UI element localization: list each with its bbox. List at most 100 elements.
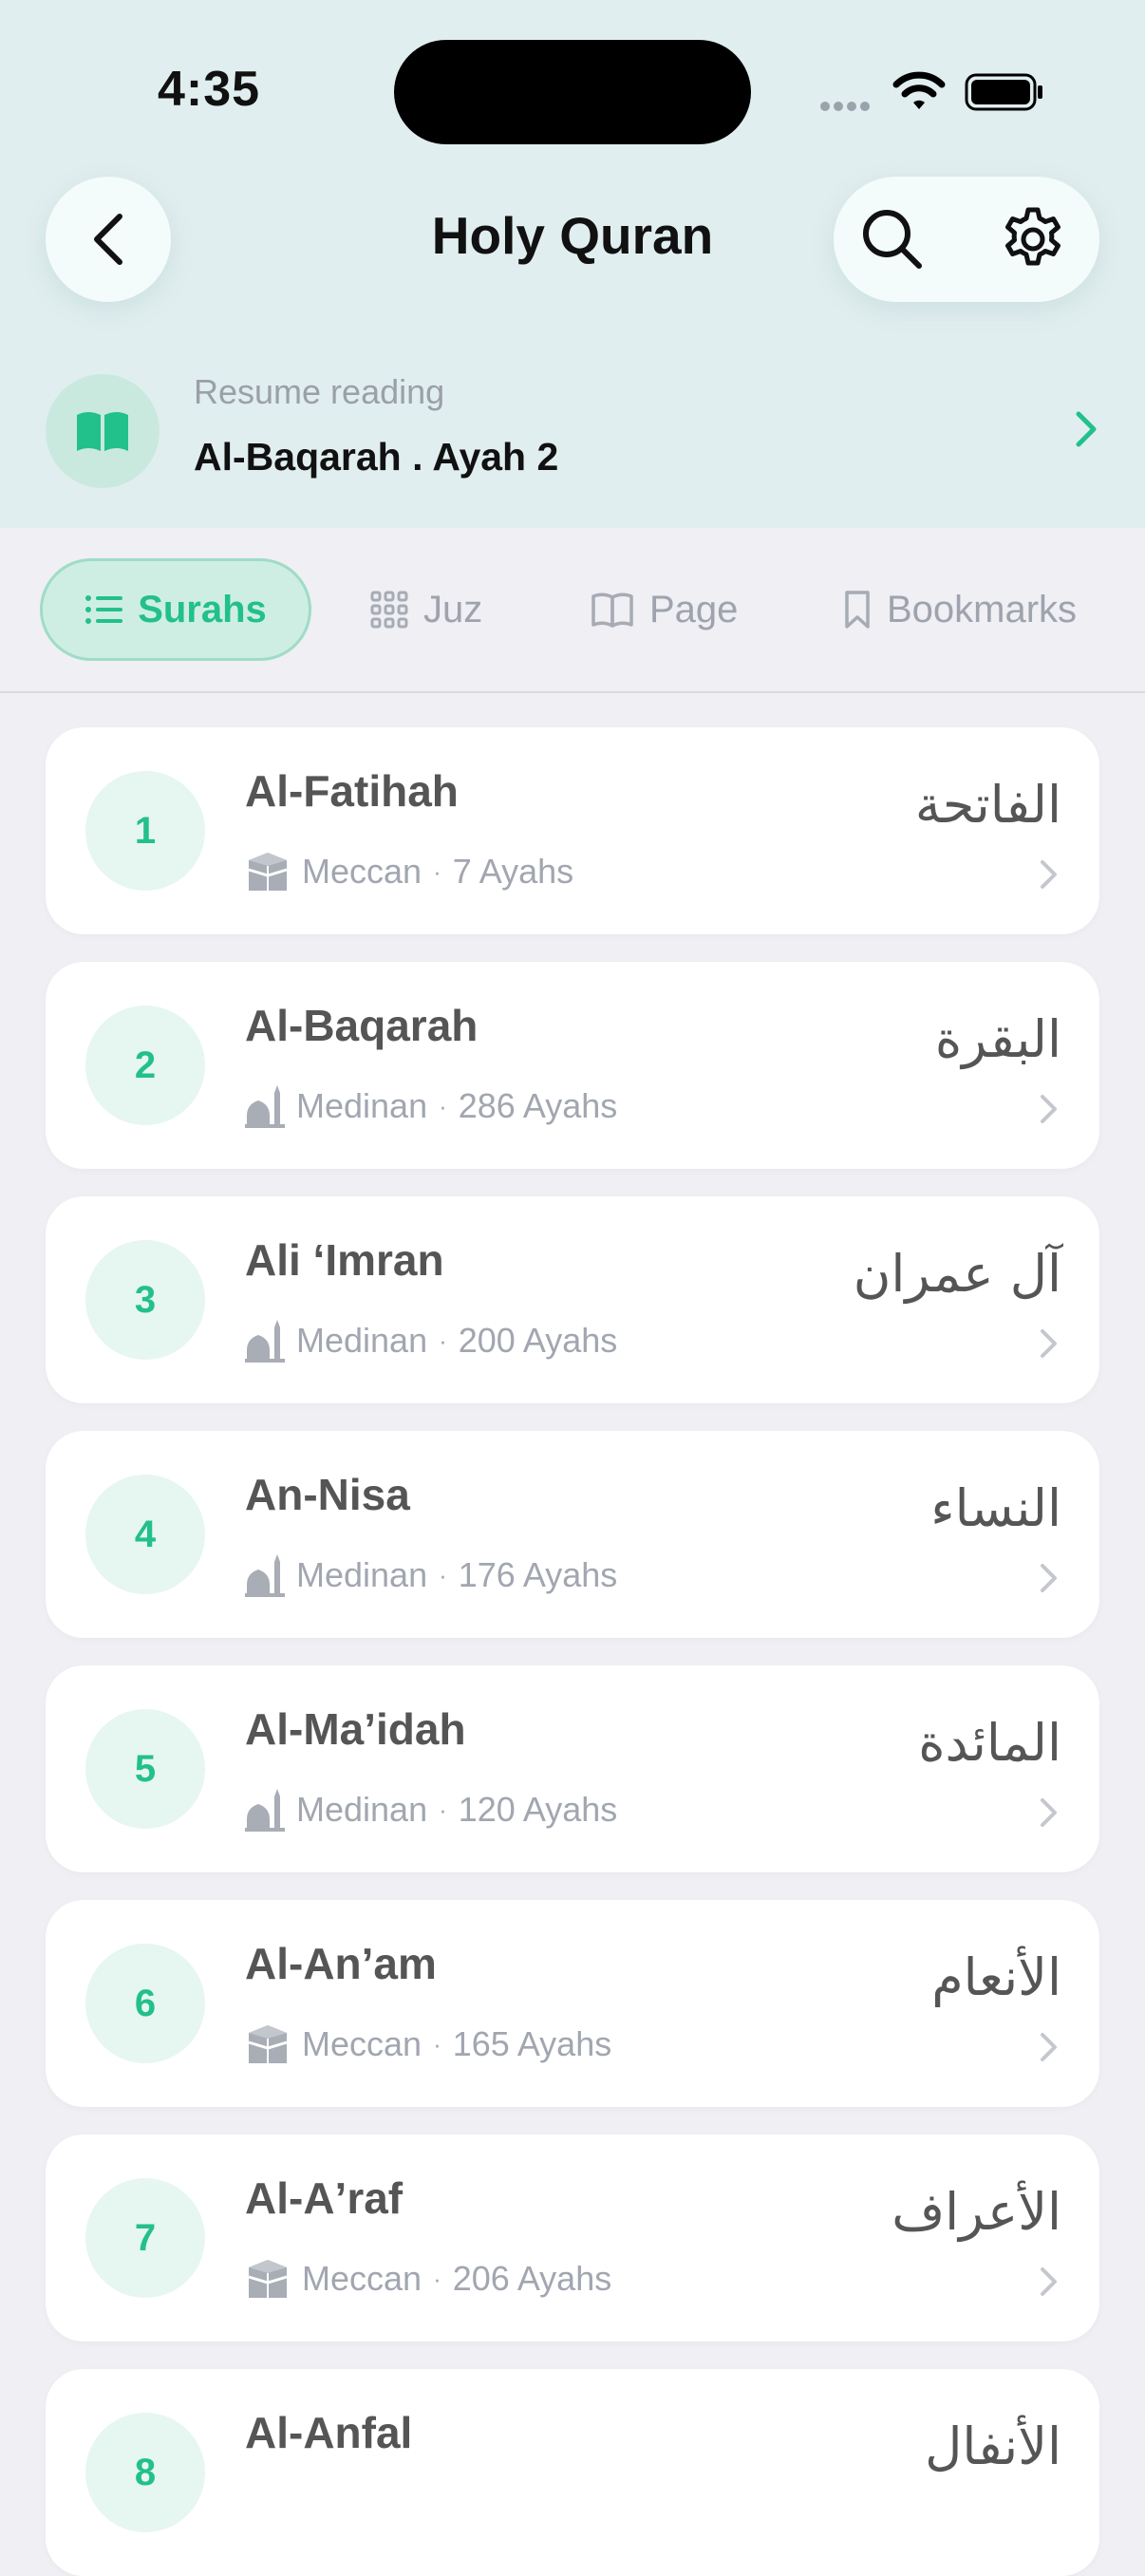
revelation-type: Meccan xyxy=(302,2259,422,2298)
surah-arabic-name: المائدة xyxy=(918,1713,1061,1773)
surah-meta: Medinan · 286 Ayahs xyxy=(245,1083,617,1129)
separator-dot: · xyxy=(433,856,441,886)
revelation-type: Meccan xyxy=(302,2024,422,2063)
ayah-count: 7 Ayahs xyxy=(452,852,574,891)
surah-name: Al-Aʼraf xyxy=(245,2173,404,2223)
surah-row[interactable]: 3 Ali ʻImran Medinan · 200 Ayahs آل عمران xyxy=(46,1196,1099,1403)
surah-row[interactable]: 5 Al-Maʼidah Medinan · 120 Ayahs المائدة xyxy=(46,1665,1099,1872)
ayah-count: 286 Ayahs xyxy=(458,1086,618,1125)
surah-number: 4 xyxy=(85,1475,205,1594)
wifi-icon xyxy=(892,70,946,117)
surah-name: Al-Anfal xyxy=(245,2408,413,2457)
surah-row[interactable]: 7 Al-Aʼraf Meccan · 206 Ayahs الأعراف xyxy=(46,2134,1099,2341)
surah-meta: Medinan · 176 Ayahs xyxy=(245,1552,617,1598)
revelation-type: Medinan xyxy=(296,1790,428,1829)
gear-icon xyxy=(1005,207,1061,266)
surah-arabic-name: الأنفال xyxy=(925,2416,1061,2476)
settings-button[interactable] xyxy=(995,201,1071,277)
tab-label: Juz xyxy=(423,588,483,630)
revelation-type: Meccan xyxy=(302,852,422,891)
surah-meta: Meccan · 165 Ayahs xyxy=(245,2021,611,2067)
kaaba-icon xyxy=(248,2025,288,2063)
chevron-right-icon xyxy=(1039,1796,1060,1833)
mosque-icon xyxy=(245,1554,285,1597)
surah-number: 1 xyxy=(85,771,205,891)
dynamic-island xyxy=(394,40,751,144)
surah-number: 7 xyxy=(85,2178,205,2298)
segment-tabs: Surahs Juz Page Bookmarks xyxy=(0,528,1145,693)
status-time: 4:35 xyxy=(158,62,261,117)
surah-row[interactable]: 2 Al-Baqarah Medinan · 286 Ayahs البقرة xyxy=(46,962,1099,1169)
surah-arabic-name: الفاتحة xyxy=(914,775,1061,835)
surah-arabic-name: الأنعام xyxy=(931,1947,1061,2007)
surah-row[interactable]: 6 Al-Anʼam Meccan · 165 Ayahs الأنعام xyxy=(46,1900,1099,2107)
grid-icon xyxy=(370,591,408,629)
separator-dot: · xyxy=(439,1560,447,1589)
chevron-right-icon xyxy=(1039,1093,1060,1130)
surah-row[interactable]: 4 An-Nisa Medinan · 176 Ayahs النساء xyxy=(46,1431,1099,1638)
tab-label: Surahs xyxy=(138,588,267,630)
ayah-count: 165 Ayahs xyxy=(452,2024,612,2063)
book-icon xyxy=(591,592,633,628)
surah-meta: Medinan · 200 Ayahs xyxy=(245,1318,617,1363)
surah-number: 8 xyxy=(85,2413,205,2532)
separator-dot: · xyxy=(433,2029,441,2059)
surah-name: An-Nisa xyxy=(245,1470,410,1519)
resume-reading-row[interactable]: Resume reading Al-Baqarah . Ayah 2 xyxy=(0,361,1145,503)
surah-name: Al-Maʼidah xyxy=(245,1704,466,1754)
separator-dot: · xyxy=(439,1326,447,1355)
surah-row[interactable]: 8 Al-Anfal الأنفال xyxy=(46,2369,1099,2576)
surah-meta: Meccan · 206 Ayahs xyxy=(245,2256,611,2302)
surah-arabic-name: البقرة xyxy=(934,1009,1061,1069)
surah-number: 5 xyxy=(85,1709,205,1829)
surah-name: Ali ʻImran xyxy=(245,1235,444,1285)
revelation-type: Medinan xyxy=(296,1555,428,1594)
battery-icon xyxy=(965,73,1044,116)
surah-row[interactable]: 1 Al-Fatihah Meccan · 7 Ayahs الفاتحة xyxy=(46,727,1099,934)
separator-dot: · xyxy=(439,1091,447,1120)
surah-meta: Meccan · 7 Ayahs xyxy=(245,849,573,894)
kaaba-icon xyxy=(248,2260,288,2298)
chevron-right-icon xyxy=(1039,2266,1060,2303)
tab-juz[interactable]: Juz xyxy=(370,558,482,661)
surah-name: Al-Baqarah xyxy=(245,1001,479,1050)
surah-arabic-name: آل عمران xyxy=(853,1244,1061,1304)
ayah-count: 176 Ayahs xyxy=(458,1555,618,1594)
bookmark-icon xyxy=(845,591,870,629)
separator-dot: · xyxy=(433,2264,441,2293)
header-actions xyxy=(834,177,1099,302)
search-icon xyxy=(863,210,922,269)
ayah-count: 206 Ayahs xyxy=(452,2259,612,2298)
tab-label: Page xyxy=(649,588,739,630)
mosque-icon xyxy=(245,1085,285,1128)
tab-surahs[interactable]: Surahs xyxy=(40,558,311,661)
list-icon xyxy=(85,595,123,624)
ayah-count: 200 Ayahs xyxy=(458,1321,618,1360)
mosque-icon xyxy=(245,1320,285,1363)
chevron-right-icon xyxy=(1039,858,1060,895)
resume-title: Al-Baqarah . Ayah 2 xyxy=(194,435,559,479)
separator-dot: · xyxy=(439,1795,447,1824)
surah-name: Al-Fatihah xyxy=(245,766,459,816)
chevron-right-icon xyxy=(1073,410,1099,453)
chevron-right-icon xyxy=(1039,1327,1060,1364)
revelation-type: Medinan xyxy=(296,1086,428,1125)
chevron-right-icon xyxy=(1039,2031,1060,2068)
revelation-type: Medinan xyxy=(296,1321,428,1360)
ayah-count: 120 Ayahs xyxy=(458,1790,618,1829)
surah-arabic-name: الأعراف xyxy=(892,2182,1061,2242)
surah-number: 2 xyxy=(85,1006,205,1125)
resume-label: Resume reading xyxy=(194,372,445,411)
chevron-right-icon xyxy=(1039,1562,1060,1599)
signal-icon xyxy=(820,99,873,116)
tab-bookmarks[interactable]: Bookmarks xyxy=(843,558,1077,661)
surah-number: 6 xyxy=(85,1944,205,2063)
open-book-icon xyxy=(46,374,160,488)
tab-label: Bookmarks xyxy=(887,588,1078,630)
surah-meta: Medinan · 120 Ayahs xyxy=(245,1787,617,1833)
kaaba-icon xyxy=(248,853,288,891)
surah-name: Al-Anʼam xyxy=(245,1939,437,1988)
surah-number: 3 xyxy=(85,1240,205,1360)
tab-page[interactable]: Page xyxy=(591,558,738,661)
search-button[interactable] xyxy=(854,201,930,277)
